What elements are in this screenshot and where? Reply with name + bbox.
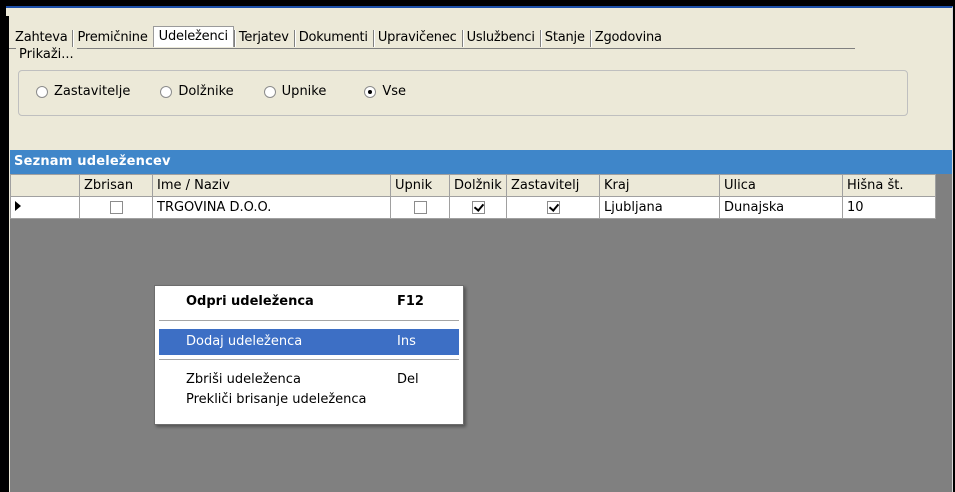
radio-upniki[interactable]: Upnike (263, 84, 327, 99)
cell-kraj[interactable]: Ljubljana (599, 196, 720, 219)
radio-vse[interactable]: Vse (364, 84, 406, 99)
filter-legend: Prikaži... (16, 48, 77, 62)
menu-item-label: Odpri udeleženca (186, 294, 314, 309)
tab-zahteva[interactable]: Zahteva (10, 28, 72, 48)
app-window: Zahteva Premičnine Udeleženci Terjatev D… (6, 6, 953, 492)
menu-item-undelete[interactable]: Prekliči brisanje udeleženca (159, 389, 459, 411)
tab-underline (9, 48, 855, 49)
menu-item-shortcut: Del (397, 372, 419, 387)
checkbox-zbrisan[interactable] (109, 201, 123, 214)
tab-usluzbenci[interactable]: Uslužbenci (461, 28, 540, 48)
table-header-row: Zbrisan Ime / Naziv Upnik Dolžnik Zastav… (10, 174, 936, 197)
participants-table: Zbrisan Ime / Naziv Upnik Dolžnik Zastav… (10, 174, 936, 219)
column-header-upnik[interactable]: Upnik (390, 174, 450, 197)
cell-ulica[interactable]: Dunajska (719, 196, 843, 219)
column-header-hisna[interactable]: Hišna št. (842, 174, 936, 197)
filter-radio-group: Zastavitelje Dolžnike Upnike Vse (36, 84, 436, 99)
cell-zbrisan[interactable] (79, 196, 153, 219)
checkbox-zastavitelj[interactable] (546, 201, 560, 214)
cell-zastavitelj[interactable] (506, 196, 600, 219)
radio-dolzniki[interactable]: Dolžnike (160, 84, 234, 99)
column-header-kraj[interactable]: Kraj (599, 174, 720, 197)
radio-button-icon[interactable] (160, 85, 173, 98)
column-header-dolznik[interactable]: Dolžnik (449, 174, 507, 197)
panel-title: Seznam udeležencev (10, 150, 952, 174)
column-header-zbrisan[interactable]: Zbrisan (79, 174, 153, 197)
window-left-border (6, 16, 9, 492)
current-row-arrow-icon (15, 201, 21, 211)
radio-button-icon[interactable] (36, 85, 48, 98)
radio-button-icon[interactable] (263, 85, 276, 98)
menu-item-label: Zbriši udeleženca (186, 372, 301, 387)
menu-item-shortcut: Ins (397, 334, 416, 349)
column-header-indicator (10, 174, 80, 197)
column-header-ime[interactable]: Ime / Naziv (152, 174, 391, 197)
radio-label: Upnike (281, 84, 327, 99)
tab-premicnine[interactable]: Premičnine (72, 28, 152, 48)
table-row[interactable]: TRGOVINA D.O.O. Ljubljana Dunajska 10 (10, 196, 936, 219)
tab-terjatev[interactable]: Terjatev (233, 28, 294, 48)
menu-item-delete[interactable]: Zbriši udeleženca Del (159, 369, 459, 391)
menu-item-add[interactable]: Dodaj udeleženca Ins (159, 329, 459, 355)
tab-udelezenci[interactable]: Udeleženci (152, 25, 234, 47)
cell-dolznik[interactable] (449, 196, 507, 219)
column-header-zastavitelj[interactable]: Zastavitelj (506, 174, 600, 197)
tab-dokumenti[interactable]: Dokumenti (293, 28, 373, 48)
row-indicator[interactable] (10, 196, 80, 219)
cell-hisna[interactable]: 10 (842, 196, 936, 219)
menu-separator (159, 359, 459, 360)
radio-label: Vse (382, 84, 407, 99)
radio-zastavitelje[interactable]: Zastavitelje (36, 84, 130, 99)
tab-upravicenec[interactable]: Upravičenec (372, 28, 462, 48)
column-header-ulica[interactable]: Ulica (719, 174, 843, 197)
checkbox-upnik[interactable] (413, 201, 427, 214)
menu-item-open[interactable]: Odpri udeleženca F12 (159, 289, 459, 315)
tab-zgodovina[interactable]: Zgodovina (589, 28, 667, 48)
menu-separator (159, 320, 459, 321)
radio-label: Zastavitelje (54, 84, 131, 99)
tab-bar: Zahteva Premičnine Udeleženci Terjatev D… (10, 25, 667, 50)
menu-item-shortcut: F12 (397, 294, 424, 309)
cell-ime[interactable]: TRGOVINA D.O.O. (152, 196, 391, 219)
cell-upnik[interactable] (390, 196, 450, 219)
radio-button-icon[interactable] (364, 85, 377, 98)
tab-stanje[interactable]: Stanje (539, 28, 590, 48)
menu-item-label: Dodaj udeleženca (186, 334, 303, 349)
menu-item-label: Prekliči brisanje udeleženca (186, 392, 367, 407)
participants-panel: Seznam udeležencev Zbrisan Ime / Naziv U… (10, 150, 952, 492)
checkbox-dolznik[interactable] (471, 201, 485, 214)
context-menu: Odpri udeleženca F12 Dodaj udeleženca In… (154, 285, 464, 425)
radio-label: Dolžnike (178, 84, 234, 99)
